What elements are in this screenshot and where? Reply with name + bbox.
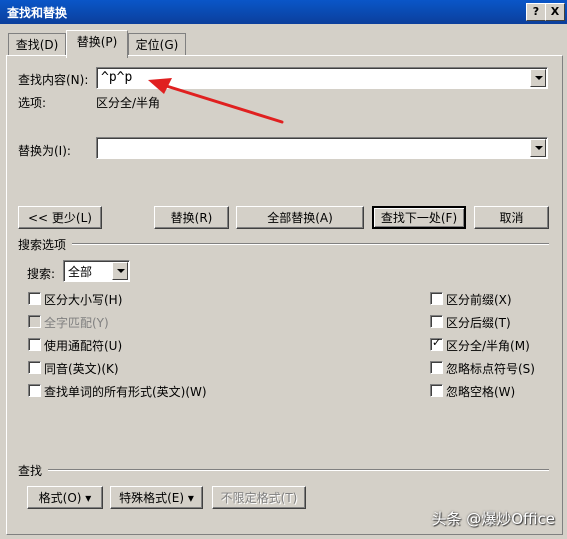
watermark: 头条 @爆炒Office <box>431 510 555 528</box>
arrow-shaft <box>158 82 284 124</box>
annotation-arrow <box>148 78 284 124</box>
tab-replace[interactable]: 替换(P) <box>66 30 128 58</box>
